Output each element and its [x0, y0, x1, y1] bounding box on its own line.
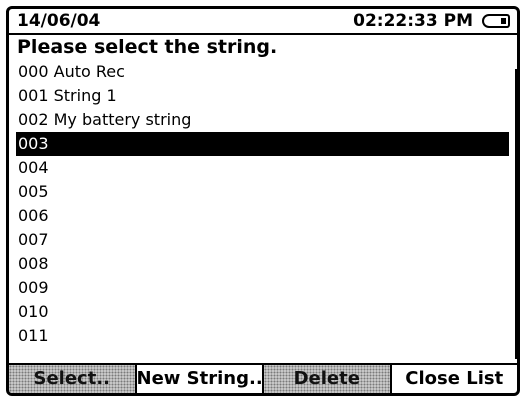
- list-item[interactable]: 008: [16, 252, 509, 276]
- softkey-bar: Select.. New String.. Delete Close List: [9, 363, 517, 393]
- list-item[interactable]: 001 String 1: [16, 84, 509, 108]
- list-item-selected[interactable]: 003: [16, 132, 509, 156]
- string-list: 000 Auto Rec 001 String 1 002 My battery…: [16, 60, 509, 348]
- device-screen: 14/06/04 02:22:33 PM Please select the s…: [6, 6, 520, 396]
- scrollbar[interactable]: [515, 69, 517, 359]
- status-date: 14/06/04: [17, 11, 101, 31]
- page-title: Please select the string.: [17, 36, 278, 58]
- list-item[interactable]: 006: [16, 204, 509, 228]
- list-item[interactable]: 005: [16, 180, 509, 204]
- list-item[interactable]: 004: [16, 156, 509, 180]
- status-time: 02:22:33 PM: [353, 11, 473, 31]
- select-button[interactable]: Select..: [9, 365, 137, 393]
- delete-button[interactable]: Delete: [264, 365, 392, 393]
- list-item[interactable]: 000 Auto Rec: [16, 60, 509, 84]
- list-item[interactable]: 002 My battery string: [16, 108, 509, 132]
- list-item[interactable]: 007: [16, 228, 509, 252]
- list-item[interactable]: 009: [16, 276, 509, 300]
- battery-icon: [482, 14, 510, 28]
- list-item[interactable]: 010: [16, 300, 509, 324]
- new-string-button[interactable]: New String..: [137, 365, 264, 393]
- status-bar: 14/06/04 02:22:33 PM: [9, 9, 517, 35]
- close-list-button[interactable]: Close List: [392, 365, 518, 393]
- list-item[interactable]: 011: [16, 324, 509, 348]
